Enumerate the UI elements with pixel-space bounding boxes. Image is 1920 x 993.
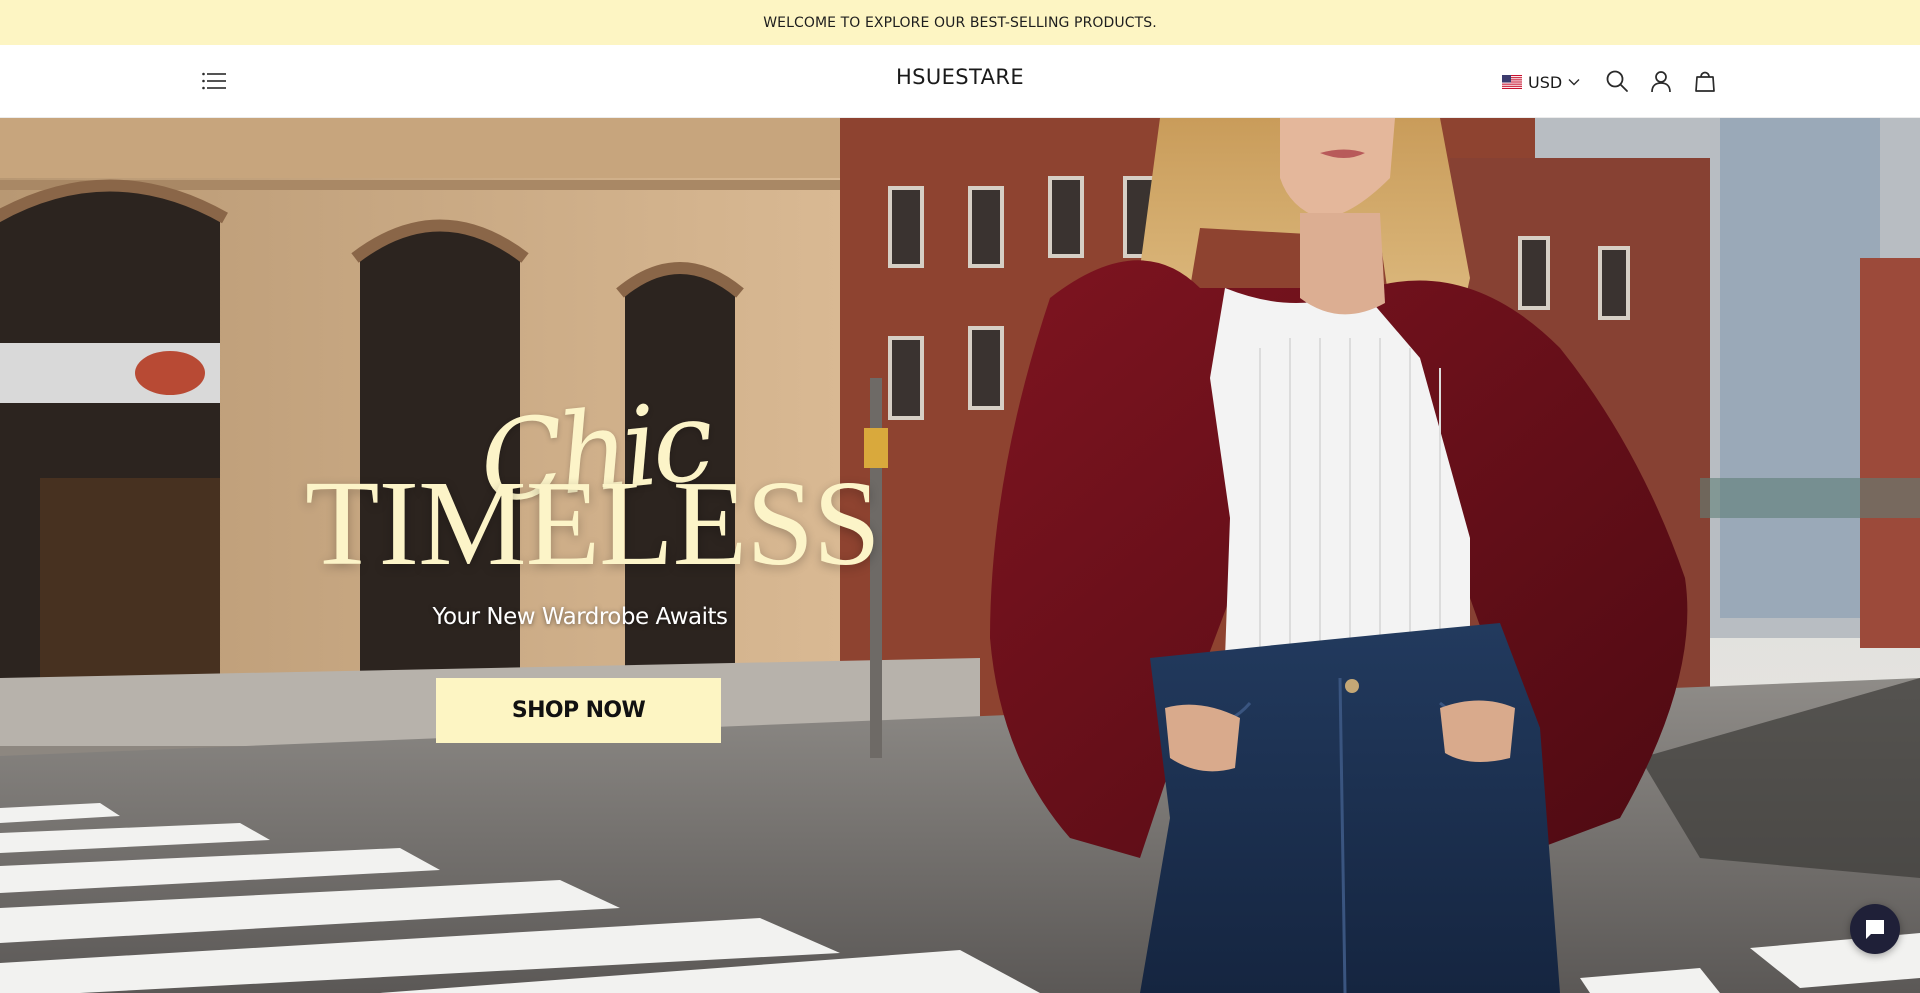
chevron-down-icon: [1568, 79, 1580, 86]
shop-now-label: SHOP NOW: [511, 698, 646, 723]
hero-background-image: [0, 118, 1920, 993]
hero-headline: TIMELESS: [305, 456, 881, 591]
currency-code: USD: [1528, 72, 1563, 92]
shop-now-button[interactable]: SHOP NOW: [436, 678, 721, 743]
menu-button[interactable]: [199, 68, 229, 94]
cart-button[interactable]: [1691, 67, 1719, 95]
account-button[interactable]: [1647, 67, 1675, 95]
search-icon: [1606, 70, 1628, 92]
search-button[interactable]: [1603, 67, 1631, 95]
hero-banner: Chic TIMELESS Your New Wardrobe Awaits S…: [0, 118, 1920, 993]
site-logo[interactable]: HSUESTARE: [810, 65, 1110, 89]
cart-icon: [1695, 71, 1715, 92]
chat-button[interactable]: [1850, 904, 1900, 954]
announcement-bar: WELCOME TO EXPLORE OUR BEST-SELLING PROD…: [0, 0, 1920, 45]
hero-subheadline: Your New Wardrobe Awaits: [432, 604, 728, 630]
currency-selector[interactable]: USD: [1502, 70, 1580, 94]
chat-bubble-icon: [1866, 920, 1884, 939]
account-icon: [1651, 71, 1671, 93]
site-header: HSUESTARE USD: [0, 45, 1920, 118]
us-flag-icon: [1502, 75, 1522, 89]
menu-icon: [202, 72, 226, 90]
announcement-text: WELCOME TO EXPLORE OUR BEST-SELLING PROD…: [763, 14, 1157, 31]
